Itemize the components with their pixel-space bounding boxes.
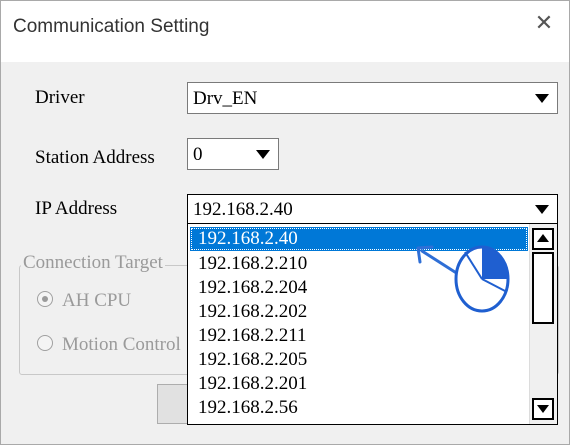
dropdown-option[interactable]: 192.168.2.205 (190, 348, 528, 372)
chevron-down-icon[interactable] (535, 94, 549, 103)
driver-select[interactable]: Drv_EN (187, 82, 558, 114)
dropdown-option[interactable]: 192.168.2.204 (190, 276, 528, 300)
dropdown-scrollbar[interactable] (529, 224, 557, 424)
arrow-down-icon (537, 405, 549, 413)
connection-target-title: Connection Target (21, 252, 165, 274)
radio-button-icon (37, 335, 53, 351)
scroll-down-button[interactable] (532, 398, 554, 420)
dropdown-option[interactable]: 192.168.2.210 (190, 252, 528, 276)
chevron-down-icon[interactable] (256, 150, 270, 159)
radio-ah-cpu: AH CPU (37, 290, 131, 312)
ip-address-value: 192.168.2.40 (193, 199, 293, 220)
communication-setting-dialog: Communication Setting ✕ Driver Drv_EN St… (0, 0, 570, 445)
driver-label: Driver (35, 87, 85, 108)
ip-address-dropdown-list[interactable]: 192.168.2.40 192.168.2.210 192.168.2.204… (187, 223, 558, 425)
arrow-up-icon (537, 234, 549, 242)
chevron-down-icon[interactable] (535, 205, 549, 214)
dropdown-option[interactable]: 192.168.2.40 (190, 227, 528, 251)
radio-motion-control-label: Motion Control (62, 334, 181, 355)
dropdown-option[interactable]: 192.168.2.211 (190, 324, 528, 348)
radio-button-icon (37, 291, 53, 307)
station-address-select[interactable]: 0 (187, 138, 279, 170)
dropdown-option[interactable]: 192.168.2.202 (190, 300, 528, 324)
ip-address-select[interactable]: 192.168.2.40 (187, 194, 558, 224)
title-bar: Communication Setting ✕ (1, 1, 569, 62)
close-icon[interactable]: ✕ (531, 11, 557, 37)
scroll-thumb[interactable] (532, 252, 554, 324)
station-address-value: 0 (193, 144, 203, 165)
ip-address-label: IP Address (35, 198, 118, 219)
driver-value: Drv_EN (193, 88, 258, 109)
radio-motion-control: Motion Control (37, 334, 181, 356)
scroll-up-button[interactable] (532, 228, 554, 250)
dropdown-option[interactable]: 192.168.2.56 (190, 396, 528, 420)
dropdown-option[interactable]: 192.168.2.201 (190, 372, 528, 396)
station-address-label: Station Address (35, 147, 155, 168)
dialog-title: Communication Setting (13, 16, 210, 37)
radio-ah-cpu-label: AH CPU (62, 290, 132, 311)
